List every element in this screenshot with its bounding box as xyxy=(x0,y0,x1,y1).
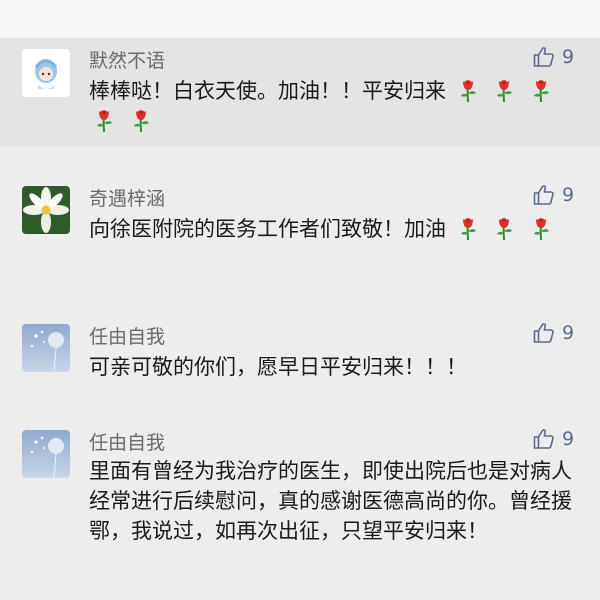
rose-emoji-icon xyxy=(133,110,149,132)
avatar-dandelion[interactable] xyxy=(22,324,70,372)
comment-item[interactable]: 任由自我 9 可亲可敬的你们，愿早日平安归来！！！ xyxy=(0,314,600,394)
comment-text-segment: 里面有曾经为我治疗的医生，即使出院后也是对病人经常进行后续慰问，真的感谢医德高尚… xyxy=(89,459,572,543)
like-count: 9 xyxy=(562,184,575,206)
comment-text-segment: 向徐医附院的医务工作者们致敬！加油 xyxy=(89,217,446,241)
like-button[interactable]: 9 xyxy=(532,426,574,452)
avatar-white-flower[interactable] xyxy=(22,186,70,234)
commenter-name[interactable]: 任由自我 xyxy=(89,322,165,349)
like-count: 9 xyxy=(562,428,575,450)
commenter-name[interactable]: 任由自我 xyxy=(89,428,165,455)
like-button[interactable]: 9 xyxy=(532,44,574,70)
comment-text: 可亲可敬的你们，愿早日平安归来！！！ xyxy=(89,352,584,382)
comment-text: 里面有曾经为我治疗的医生，即使出院后也是对病人经常进行后续慰问，真的感谢医德高尚… xyxy=(89,456,584,546)
thumbs-up-icon xyxy=(533,323,554,343)
comment-text-segment: 棒棒哒！白衣天使。加油！！平安归来 xyxy=(89,79,446,103)
comment-text: 向徐医附院的医务工作者们致敬！加油 xyxy=(89,214,584,244)
comment-text-segment: 可亲可敬的你们，愿早日平安归来！！！ xyxy=(89,355,467,379)
rose-emoji-icon xyxy=(534,80,550,102)
rose-emoji-icon xyxy=(460,80,476,102)
avatar-dandelion[interactable] xyxy=(22,430,70,478)
thumbs-up-icon xyxy=(533,429,554,449)
comment-item[interactable]: 奇遇梓涵 9 向徐医附院的医务工作者们致敬！加油 xyxy=(0,176,600,286)
like-button[interactable]: 9 xyxy=(532,182,574,208)
like-count: 9 xyxy=(562,322,575,344)
comment-item[interactable]: 任由自我 9 里面有曾经为我治疗的医生，即使出院后也是对病人经常进行后续慰问，真… xyxy=(0,420,600,600)
rose-emoji-icon xyxy=(497,218,513,240)
comment-item[interactable]: 默然不语 9 棒棒哒！白衣天使。加油！！平安归来 xyxy=(0,38,600,146)
top-strip xyxy=(0,0,600,38)
like-button[interactable]: 9 xyxy=(532,320,574,346)
rose-emoji-icon xyxy=(460,218,476,240)
thumbs-up-icon xyxy=(533,185,554,205)
comment-text: 棒棒哒！白衣天使。加油！！平安归来 xyxy=(89,76,584,136)
like-count: 9 xyxy=(562,46,575,68)
avatar-cartoon-girl[interactable] xyxy=(22,49,70,97)
comment-feed: 默然不语 9 棒棒哒！白衣天使。加油！！平安归来 奇遇梓涵 9 向徐医附院的医务… xyxy=(0,0,600,600)
commenter-name[interactable]: 奇遇梓涵 xyxy=(89,184,165,211)
rose-emoji-icon xyxy=(497,80,513,102)
thumbs-up-icon xyxy=(533,47,554,67)
rose-emoji-icon xyxy=(97,110,112,132)
commenter-name[interactable]: 默然不语 xyxy=(89,46,165,73)
rose-emoji-icon xyxy=(534,218,550,240)
